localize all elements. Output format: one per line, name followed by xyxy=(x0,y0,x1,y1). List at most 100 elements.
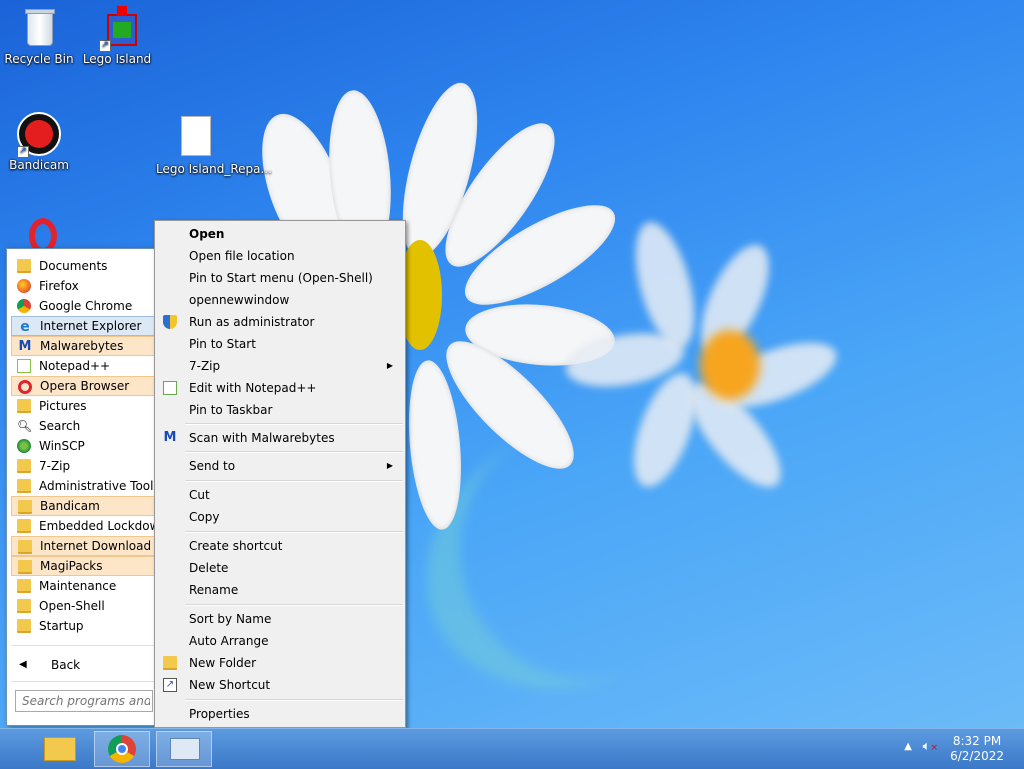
desktop-icon-bandicam[interactable]: ↗ Bandicam xyxy=(0,112,78,172)
file-explorer-icon xyxy=(44,737,76,761)
folder-icon xyxy=(17,479,31,493)
folder-icon xyxy=(17,399,31,413)
start-menu-item[interactable]: Notepad++ xyxy=(11,356,157,376)
start-menu-divider xyxy=(11,645,155,646)
start-menu-program-list: Documents Firefox Google Chrome e Interne… xyxy=(11,256,157,636)
ctx-copy[interactable]: Copy xyxy=(157,506,403,528)
ctx-item-label: 7-Zip xyxy=(189,359,221,373)
shortcut-icon: ↗ xyxy=(163,678,177,692)
malwarebytes-icon: M xyxy=(163,430,177,445)
recycle-bin-icon xyxy=(17,6,61,50)
desktop-icon-label: Recycle Bin xyxy=(4,52,74,66)
volume-muted-icon[interactable]: 🔈︎× xyxy=(923,739,938,754)
ctx-item-label: Delete xyxy=(189,561,229,575)
ctx-item-label: Auto Arrange xyxy=(189,634,269,648)
taskbar-chrome-button[interactable] xyxy=(94,731,150,767)
ctx-new-shortcut[interactable]: ↗ New Shortcut xyxy=(157,674,403,696)
ctx-separator xyxy=(185,531,403,533)
ctx-item-label: Pin to Start xyxy=(189,337,256,351)
desktop-icon-lego-island[interactable]: ↗ Lego Island xyxy=(78,6,156,66)
ctx-7zip[interactable]: 7-Zip ▶ xyxy=(157,355,403,377)
ctx-send-to[interactable]: Send to ▶ xyxy=(157,455,403,477)
start-menu-item-label: 7-Zip xyxy=(39,459,71,473)
ctx-properties[interactable]: Properties xyxy=(157,703,403,725)
start-menu-item[interactable]: Internet Download Ma xyxy=(11,536,157,556)
back-button[interactable]: ◀ Back xyxy=(17,655,147,675)
ctx-auto-arrange[interactable]: Auto Arrange xyxy=(157,630,403,652)
taskbar-clock[interactable]: 8:32 PM 6/2/2022 xyxy=(950,734,1004,764)
start-menu-item[interactable]: Firefox xyxy=(11,276,157,296)
wallpaper-flower-small xyxy=(561,215,860,520)
ctx-sort-by-name[interactable]: Sort by Name xyxy=(157,608,403,630)
ctx-open[interactable]: Open xyxy=(157,223,403,245)
start-menu-divider xyxy=(11,681,155,682)
start-menu-item-label: Internet Explorer xyxy=(40,319,142,333)
start-menu-item-label: Firefox xyxy=(39,279,79,293)
start-menu-item[interactable]: Bandicam xyxy=(11,496,157,516)
desktop-icon-label: Lego Island xyxy=(82,52,152,66)
lego-island-icon: ↗ xyxy=(95,6,139,52)
ctx-new-folder[interactable]: New Folder xyxy=(157,652,403,674)
submenu-arrow-icon: ▶ xyxy=(386,461,393,470)
ctx-cut[interactable]: Cut xyxy=(157,484,403,506)
start-menu-item-label: Open-Shell xyxy=(39,599,105,613)
ctx-item-label: Open file location xyxy=(189,249,295,263)
show-hidden-icons-icon[interactable]: ▲ xyxy=(904,741,912,752)
start-menu-search-input[interactable] xyxy=(15,690,153,712)
start-menu-item[interactable]: Google Chrome xyxy=(11,296,157,316)
folder-icon xyxy=(17,519,31,533)
ctx-opennewwindow[interactable]: opennewwindow xyxy=(157,289,403,311)
start-menu-item[interactable]: Administrative Tools xyxy=(11,476,157,496)
ctx-create-shortcut[interactable]: Create shortcut xyxy=(157,535,403,557)
ctx-separator xyxy=(185,423,403,425)
ctx-run-as-administrator[interactable]: Run as administrator xyxy=(157,311,403,333)
start-menu-item[interactable]: 7-Zip xyxy=(11,456,157,476)
ctx-edit-with-notepad-plus-plus[interactable]: Edit with Notepad++ xyxy=(157,377,403,399)
start-menu-item[interactable]: Documents xyxy=(11,256,157,276)
desktop-icon-lego-island-repair[interactable]: Lego Island_Repa... xyxy=(156,116,272,176)
start-menu-item-label: Maintenance xyxy=(39,579,117,593)
start-menu-item-label: Pictures xyxy=(39,399,87,413)
submenu-arrow-icon: ▶ xyxy=(386,361,393,370)
back-button-label: Back xyxy=(51,658,81,672)
ctx-item-label: Scan with Malwarebytes xyxy=(189,431,335,445)
start-menu-item-label: Search xyxy=(39,419,81,433)
ctx-separator xyxy=(185,699,403,701)
start-menu-item-label: Opera Browser xyxy=(40,379,130,393)
bandicam-icon: ↗ xyxy=(17,112,61,158)
ctx-separator xyxy=(185,451,403,453)
start-menu-item[interactable]: Open-Shell xyxy=(11,596,157,616)
ctx-pin-to-taskbar[interactable]: Pin to Taskbar xyxy=(157,399,403,421)
ctx-item-label: Properties xyxy=(189,707,250,721)
ctx-scan-with-malwarebytes[interactable]: M Scan with Malwarebytes xyxy=(157,427,403,449)
folder-icon xyxy=(163,656,177,670)
context-menu: Open Open file location Pin to Start men… xyxy=(154,220,406,728)
chrome-icon xyxy=(17,299,31,313)
start-menu-item[interactable]: 🔍︎ Search xyxy=(11,416,157,436)
ctx-pin-to-start[interactable]: Pin to Start xyxy=(157,333,403,355)
start-menu-item[interactable]: e Internet Explorer xyxy=(11,316,157,336)
start-menu-item[interactable]: Startup xyxy=(11,616,157,636)
start-menu-item-label: Notepad++ xyxy=(39,359,111,373)
start-menu-item[interactable]: Embedded Lockdown xyxy=(11,516,157,536)
ctx-item-label: Create shortcut xyxy=(189,539,283,553)
notepad-plus-plus-icon xyxy=(163,381,177,395)
desktop-icon-recycle-bin[interactable]: Recycle Bin xyxy=(0,6,78,66)
start-menu-item[interactable]: Pictures xyxy=(11,396,157,416)
start-menu-item-label: Administrative Tools xyxy=(39,479,157,493)
start-menu-item[interactable]: M Malwarebytes xyxy=(11,336,157,356)
ctx-item-label: Run as administrator xyxy=(189,315,315,329)
ctx-pin-to-start-menu-open-shell[interactable]: Pin to Start menu (Open-Shell) xyxy=(157,267,403,289)
ctx-rename[interactable]: Rename xyxy=(157,579,403,601)
ctx-open-file-location[interactable]: Open file location xyxy=(157,245,403,267)
start-menu-item[interactable]: Opera Browser xyxy=(11,376,157,396)
start-menu-item-label: Documents xyxy=(39,259,108,273)
start-menu-item[interactable]: WinSCP xyxy=(11,436,157,456)
ctx-item-label: New Shortcut xyxy=(189,678,271,692)
ctx-delete[interactable]: Delete xyxy=(157,557,403,579)
start-menu-item[interactable]: MagiPacks xyxy=(11,556,157,576)
ie-icon: e xyxy=(20,319,30,335)
taskbar-control-panel-button[interactable] xyxy=(156,731,212,767)
taskbar-file-explorer-button[interactable] xyxy=(32,731,88,767)
start-menu-item[interactable]: Maintenance xyxy=(11,576,157,596)
